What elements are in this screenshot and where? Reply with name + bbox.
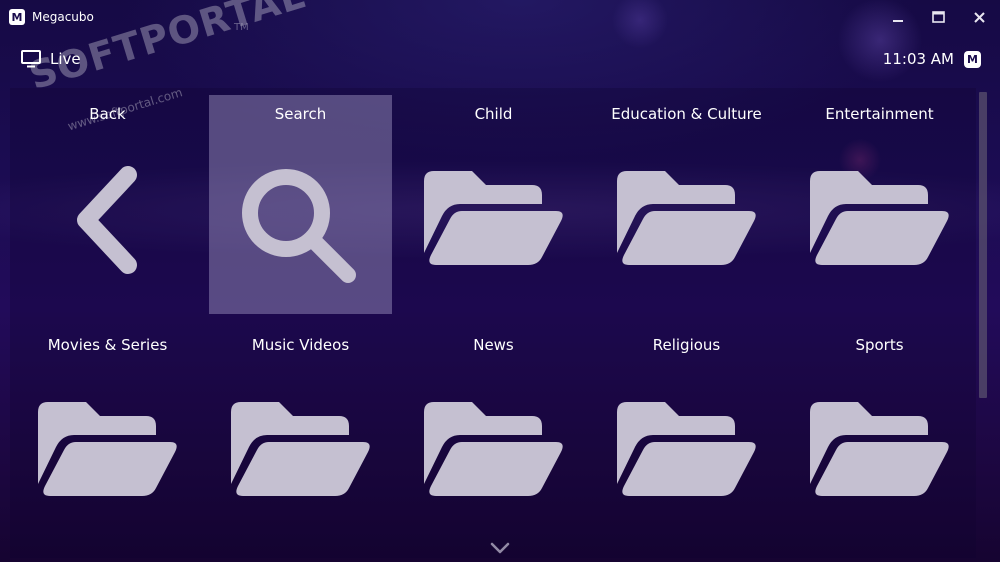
monitor-icon [21,50,41,68]
window-title: Megacubo [32,10,94,24]
maximize-button[interactable] [918,0,959,34]
maximize-icon [932,11,945,23]
tile-news[interactable]: News [402,326,585,545]
tile-label: Back [89,105,126,123]
chevron-left-icon [76,166,137,274]
scrollbar[interactable] [976,88,990,562]
folder-icon [616,402,756,496]
scroll-down-button[interactable] [489,540,511,559]
search-icon [241,169,356,283]
tile-movies-series[interactable]: Movies & Series [16,326,199,545]
folder-icon [809,402,949,496]
tile-label: Child [474,105,513,123]
folder-icon [423,402,563,496]
app-logo-icon: M [9,9,25,25]
chevron-down-icon [490,542,510,554]
tile-label: Sports [855,336,904,354]
tile-child[interactable]: Child [402,95,585,314]
tile-label: Search [274,105,327,123]
title-bar[interactable]: M Megacubo [0,0,1000,34]
tile-education-culture[interactable]: Education & Culture [595,95,778,314]
tile-sports[interactable]: Sports [788,326,971,545]
folder-icon [809,171,949,265]
folder-icon [423,171,563,265]
folder-icon [616,171,756,265]
clock: 11:03 AM [882,50,954,68]
window-controls [877,0,1000,34]
section-label: Live [50,50,81,68]
tile-religious[interactable]: Religious [595,326,778,545]
tile-label: Religious [652,336,721,354]
megacubo-logo-icon[interactable]: M [964,50,981,68]
tile-label: Education & Culture [611,105,762,123]
tile-entertainment[interactable]: Entertainment [788,95,971,314]
channel-grid: Back Search Child Education & Culture En… [10,88,976,558]
scrollbar-thumb[interactable] [979,92,987,398]
folder-icon [37,402,177,496]
tile-music-videos[interactable]: Music Videos [209,326,392,545]
tile-label: News [473,336,514,354]
minimize-icon [892,20,903,22]
close-button[interactable] [959,0,1000,34]
header: Live 11:03 AM M [0,40,1000,80]
live-section-button[interactable]: Live [21,50,81,68]
folder-icon [230,402,370,496]
tile-back[interactable]: Back [16,95,199,314]
tile-label: Entertainment [825,105,934,123]
close-icon [974,11,985,23]
tile-search[interactable]: Search [209,95,392,314]
clock-area: 11:03 AM M [883,50,981,68]
tile-label: Music Videos [251,336,350,354]
tile-label: Movies & Series [47,336,168,354]
minimize-button[interactable] [877,0,918,34]
